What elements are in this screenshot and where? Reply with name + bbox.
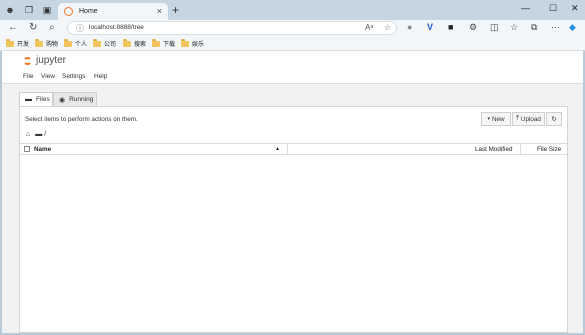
bookmark-label: 购物 bbox=[46, 42, 59, 48]
close-window-button[interactable]: ✕ bbox=[571, 3, 579, 14]
folder-icon bbox=[93, 39, 101, 47]
more-menu-icon[interactable]: ··· bbox=[551, 22, 560, 32]
maximize-button[interactable]: ☐ bbox=[549, 3, 557, 14]
bookmark-label: 开发 bbox=[17, 42, 30, 48]
tab-close-icon[interactable]: × bbox=[157, 6, 162, 16]
new-button-label: New bbox=[491, 115, 505, 123]
jupyter-logo-icon[interactable] bbox=[23, 55, 32, 67]
read-aloud-icon[interactable]: Aᵃ bbox=[365, 23, 373, 32]
new-tab-button[interactable]: + bbox=[172, 3, 179, 17]
refresh-icon: ↻ bbox=[551, 115, 557, 123]
tab-files[interactable]: ▬ Files bbox=[19, 92, 53, 106]
new-button[interactable]: ▾ New bbox=[481, 112, 511, 126]
bookmark-folder[interactable]: 娱乐 bbox=[181, 39, 204, 48]
tab-running-label: Running bbox=[69, 96, 94, 103]
home-icon[interactable]: ⌂ bbox=[26, 131, 30, 138]
bookmark-label: 公司 bbox=[104, 42, 117, 48]
menu-settings[interactable]: Settings bbox=[62, 73, 86, 80]
reload-icon[interactable]: ↻ bbox=[29, 22, 37, 33]
bookmark-label: 娱乐 bbox=[192, 42, 205, 48]
tab-files-label: Files bbox=[36, 96, 50, 103]
column-divider[interactable] bbox=[520, 144, 521, 154]
bookmark-folder[interactable]: 下载 bbox=[152, 39, 175, 48]
tab-title: Home bbox=[79, 8, 98, 15]
folder-icon bbox=[152, 39, 160, 47]
favorites-icon[interactable]: ☆ bbox=[510, 22, 518, 33]
upload-button-label: Upload bbox=[520, 115, 541, 123]
tab-actions-icon[interactable]: ▣ bbox=[41, 4, 53, 16]
jupyter-logo-text[interactable]: jupyter bbox=[36, 55, 66, 66]
profile-icon[interactable]: ☻ bbox=[4, 4, 16, 16]
folder-icon: ▬ bbox=[25, 96, 32, 103]
selection-hint: Select items to perform actions on them. bbox=[25, 116, 138, 123]
running-icon: ◉ bbox=[59, 96, 66, 104]
browser-navbar: ← ↻ ⌕ ⓘ localhost:8888/tree Aᵃ ☆ ● V ■ ⚙… bbox=[0, 20, 585, 37]
bookmark-label: 个人 bbox=[75, 42, 88, 48]
bookmark-folder[interactable]: 开发 bbox=[6, 39, 29, 48]
browser-tabstrip: ☻ ❐ ▣ Home × + — ☐ ✕ bbox=[0, 0, 585, 20]
copilot-icon[interactable]: ◆ bbox=[569, 22, 576, 33]
favorite-star-icon[interactable]: ☆ bbox=[384, 23, 391, 32]
column-last-modified[interactable]: Last Modified bbox=[475, 146, 512, 153]
site-info-icon[interactable]: ⓘ bbox=[76, 23, 84, 34]
bookmarks-bar: 开发 购物 个人 公司 搜索 下载 娱乐 bbox=[0, 37, 585, 51]
file-list-header: Name ▲ Last Modified File Size bbox=[20, 143, 567, 155]
sort-caret-icon[interactable]: ▲ bbox=[275, 146, 280, 152]
menu-help[interactable]: Help bbox=[94, 73, 107, 80]
vpn-extension-icon[interactable]: V bbox=[427, 22, 433, 32]
address-url[interactable]: localhost:8888/tree bbox=[89, 24, 144, 31]
workspaces-icon[interactable]: ❐ bbox=[23, 4, 35, 16]
column-file-size[interactable]: File Size bbox=[537, 146, 561, 153]
jupyter-header: jupyter bbox=[2, 51, 583, 71]
folder-icon bbox=[6, 39, 14, 47]
bookmark-folder[interactable]: 个人 bbox=[64, 39, 87, 48]
bookmark-folder[interactable]: 搜索 bbox=[123, 39, 146, 48]
column-divider[interactable] bbox=[287, 144, 288, 154]
refresh-button[interactable]: ↻ bbox=[546, 112, 562, 126]
column-name[interactable]: Name bbox=[34, 146, 51, 153]
menu-bar: File View Settings Help bbox=[2, 71, 583, 84]
extensions-icon[interactable]: ⚙ bbox=[469, 22, 477, 33]
file-browser-panel: Select items to perform actions on them.… bbox=[19, 106, 568, 333]
jupyter-page: jupyter File View Settings Help ▬ Files … bbox=[2, 51, 583, 333]
minimize-button[interactable]: — bbox=[521, 3, 530, 13]
bookmark-folder[interactable]: 公司 bbox=[93, 39, 116, 48]
bookmark-label: 下载 bbox=[163, 42, 176, 48]
menu-file[interactable]: File bbox=[23, 73, 33, 80]
browser-tab-home[interactable]: Home × bbox=[58, 3, 168, 20]
back-icon[interactable]: ← bbox=[8, 22, 18, 33]
tab-running[interactable]: ◉ Running bbox=[53, 92, 97, 106]
split-screen-icon[interactable]: ◫ bbox=[490, 22, 499, 33]
select-all-checkbox[interactable] bbox=[24, 146, 30, 152]
bookmark-folder[interactable]: 购物 bbox=[35, 39, 58, 48]
folder-icon bbox=[181, 39, 189, 47]
search-icon[interactable]: ⌕ bbox=[49, 22, 55, 33]
extension-badge-icon[interactable]: ■ bbox=[448, 22, 453, 32]
breadcrumb-path[interactable]: / bbox=[44, 131, 46, 138]
breadcrumb: ⌂ ▬ / bbox=[26, 131, 46, 138]
address-bar[interactable]: ⓘ localhost:8888/tree Aᵃ ☆ bbox=[67, 21, 397, 35]
chevron-down-icon: ▾ bbox=[487, 116, 490, 122]
bookmark-label: 搜索 bbox=[134, 42, 147, 48]
upload-button[interactable]: ⤒ Upload bbox=[512, 112, 545, 126]
folder-icon: ▬ bbox=[35, 131, 43, 138]
folder-icon bbox=[64, 39, 72, 47]
folder-icon bbox=[123, 39, 131, 47]
upload-icon: ⤒ bbox=[516, 115, 519, 122]
menu-view[interactable]: View bbox=[41, 73, 55, 80]
collections-icon[interactable]: ⧉ bbox=[531, 22, 537, 33]
folder-icon bbox=[35, 39, 43, 47]
extension-icon[interactable]: ● bbox=[407, 22, 412, 32]
jupyter-favicon-icon bbox=[64, 7, 73, 16]
